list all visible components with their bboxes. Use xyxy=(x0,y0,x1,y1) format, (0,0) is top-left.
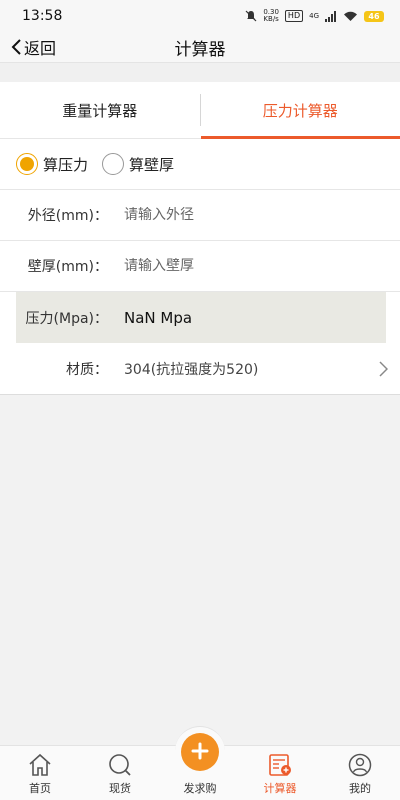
nav-mine[interactable]: 我的 xyxy=(320,746,400,800)
nav-bar: 返回 计算器 xyxy=(0,32,400,62)
home-icon xyxy=(29,753,51,776)
signal-bars-icon xyxy=(325,10,336,22)
pressure-result-row: 压力(Mpa)： NaN Mpa xyxy=(16,292,386,343)
status-icons: 0.30 KB/s HD 4G 46 xyxy=(245,9,384,23)
nav-label: 首页 xyxy=(29,782,51,795)
outer-diameter-label: 外径(mm)： xyxy=(27,208,108,224)
outer-diameter-input[interactable] xyxy=(124,207,344,223)
chevron-left-icon xyxy=(11,39,21,55)
signal-label: 4G xyxy=(309,11,319,20)
pressure-label: 压力(Mpa)： xyxy=(25,310,108,327)
hd-badge: HD xyxy=(284,10,304,22)
nav-calculator[interactable]: 计算器 xyxy=(240,746,320,800)
calculator-tabs: 重量计算器 压力计算器 xyxy=(0,82,400,139)
material-value: 304(抗拉强度为520) xyxy=(124,361,259,378)
wifi-icon xyxy=(344,11,357,21)
radio-checked-icon xyxy=(16,153,38,175)
wall-thickness-input[interactable] xyxy=(124,258,344,274)
pressure-value: NaN Mpa xyxy=(124,308,193,327)
outer-diameter-row: 外径(mm)： xyxy=(0,190,400,241)
nav-label: 计算器 xyxy=(263,782,297,795)
radio-calc-wall-thickness[interactable]: 算壁厚 xyxy=(102,153,174,175)
nav-label: 发求购 xyxy=(183,782,217,795)
radio-unchecked-icon xyxy=(102,153,125,175)
status-time: 13:58 xyxy=(22,8,63,24)
mute-bell-icon xyxy=(245,10,257,22)
wall-thickness-label: 壁厚(mm)： xyxy=(27,259,108,275)
radio-calc-pressure[interactable]: 算压力 xyxy=(16,153,88,175)
publish-button[interactable] xyxy=(181,733,219,771)
pressure-form: 算压力 算壁厚 外径(mm)： 壁厚(mm)： 压力(Mpa)： NaN Mpa… xyxy=(0,139,400,395)
radio-label: 算壁厚 xyxy=(129,155,175,174)
battery-indicator: 46 xyxy=(364,10,384,22)
nav-label: 现货 xyxy=(109,782,131,795)
status-bar: 13:58 0.30 KB/s HD 4G 46 xyxy=(0,0,400,32)
search-icon xyxy=(109,754,131,776)
nav-label: 我的 xyxy=(349,782,371,795)
nav-home[interactable]: 首页 xyxy=(0,746,80,800)
nav-post-purchase[interactable]: 发求购 xyxy=(160,726,240,800)
material-selector[interactable]: 材质： 304(抗拉强度为520) xyxy=(0,343,400,394)
wall-thickness-row: 壁厚(mm)： xyxy=(0,241,400,292)
nav-stock[interactable]: 现货 xyxy=(80,746,160,800)
back-label: 返回 xyxy=(24,39,57,58)
user-icon xyxy=(348,753,372,777)
tab-weight-calculator[interactable]: 重量计算器 xyxy=(0,82,200,138)
material-label: 材质： xyxy=(66,361,108,378)
plus-icon xyxy=(191,742,209,759)
header-divider xyxy=(0,62,400,82)
calculator-icon xyxy=(269,754,291,776)
net-speed: 0.30 KB/s xyxy=(263,8,279,23)
page-title: 计算器 xyxy=(174,39,226,60)
tab-pressure-calculator[interactable]: 压力计算器 xyxy=(200,82,400,139)
chevron-right-icon xyxy=(379,360,388,377)
mode-selector: 算压力 算壁厚 xyxy=(0,139,400,190)
radio-label: 算压力 xyxy=(43,155,89,174)
bottom-nav: 首页 现货 发求购 计算器 我的 xyxy=(0,726,400,800)
back-button[interactable]: 返回 xyxy=(10,35,56,59)
